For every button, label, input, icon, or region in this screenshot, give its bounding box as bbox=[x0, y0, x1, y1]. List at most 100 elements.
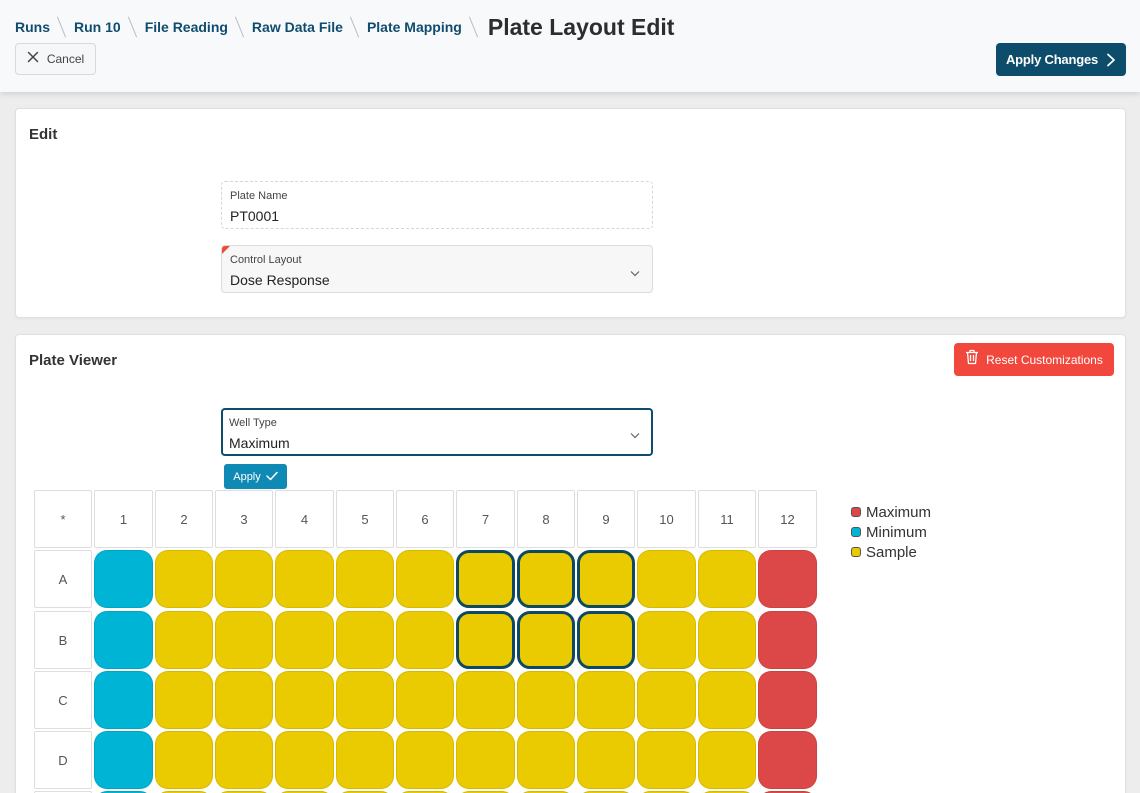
breadcrumb-separator bbox=[121, 15, 145, 39]
plate-well[interactable] bbox=[577, 550, 635, 608]
breadcrumb-raw-data-file[interactable]: Raw Data File bbox=[252, 19, 343, 35]
plate-well[interactable] bbox=[577, 671, 635, 729]
row-header[interactable]: B bbox=[34, 611, 92, 669]
plate-well[interactable] bbox=[758, 550, 817, 608]
well-type-value: Maximum bbox=[229, 435, 290, 451]
breadcrumb-plate-mapping[interactable]: Plate Mapping bbox=[367, 19, 462, 35]
legend-label: Sample bbox=[866, 543, 917, 561]
plate-well[interactable] bbox=[637, 550, 696, 608]
control-layout-value: Dose Response bbox=[230, 272, 330, 288]
column-header[interactable]: 5 bbox=[336, 490, 394, 548]
plate-well[interactable] bbox=[275, 550, 334, 608]
well-type-select[interactable]: Well Type Maximum bbox=[221, 408, 653, 456]
plate-well[interactable] bbox=[517, 671, 575, 729]
plate-well[interactable] bbox=[94, 731, 153, 789]
column-header[interactable]: 8 bbox=[517, 490, 575, 548]
column-header[interactable]: 2 bbox=[155, 490, 213, 548]
page-title: Plate Layout Edit bbox=[487, 13, 675, 40]
column-header[interactable]: 4 bbox=[275, 490, 334, 548]
row-header[interactable]: D bbox=[34, 731, 92, 789]
row-header[interactable]: C bbox=[34, 671, 92, 729]
plate-well[interactable] bbox=[456, 731, 515, 789]
breadcrumb-separator bbox=[343, 15, 367, 39]
plate-well[interactable] bbox=[215, 731, 273, 789]
plate-viewer-title: Plate Viewer bbox=[29, 352, 118, 369]
apply-label: Apply bbox=[233, 470, 261, 483]
plate-name-field[interactable]: Plate Name PT0001 bbox=[221, 181, 653, 229]
plate-well[interactable] bbox=[517, 611, 575, 669]
plate-well[interactable] bbox=[275, 731, 334, 789]
plate-well[interactable] bbox=[396, 731, 454, 789]
apply-well-type-button[interactable]: Apply bbox=[224, 464, 287, 489]
plate-well[interactable] bbox=[396, 550, 454, 608]
plate-well[interactable] bbox=[155, 731, 213, 789]
breadcrumb-file-reading[interactable]: File Reading bbox=[145, 19, 228, 35]
plate-well[interactable] bbox=[456, 611, 515, 669]
plate-well[interactable] bbox=[336, 671, 394, 729]
column-header[interactable]: 6 bbox=[396, 490, 454, 548]
well-type-label: Well Type bbox=[229, 417, 277, 429]
reset-customizations-button[interactable]: Reset Customizations bbox=[954, 343, 1114, 376]
plate-well[interactable] bbox=[517, 550, 575, 608]
trash-icon bbox=[965, 349, 979, 370]
plate-well[interactable] bbox=[336, 731, 394, 789]
legend-item-sample: Sample bbox=[851, 542, 931, 562]
plate-well[interactable] bbox=[336, 611, 394, 669]
plate-name-value: PT0001 bbox=[230, 208, 280, 224]
plate-well[interactable] bbox=[637, 731, 696, 789]
breadcrumb-separator bbox=[228, 15, 252, 39]
breadcrumb-run-10[interactable]: Run 10 bbox=[74, 19, 121, 35]
column-header[interactable]: 1 bbox=[94, 490, 153, 548]
legend-swatch bbox=[851, 527, 861, 537]
column-header[interactable]: 10 bbox=[637, 490, 696, 548]
column-header[interactable]: 7 bbox=[456, 490, 515, 548]
plate-well[interactable] bbox=[336, 550, 394, 608]
plate-well[interactable] bbox=[215, 550, 273, 608]
control-layout-select[interactable]: Control Layout Dose Response bbox=[221, 245, 653, 293]
plate-well[interactable] bbox=[698, 550, 756, 608]
plate-well[interactable] bbox=[94, 611, 153, 669]
plate-well[interactable] bbox=[698, 611, 756, 669]
column-header[interactable]: 9 bbox=[577, 490, 635, 548]
plate-well[interactable] bbox=[637, 671, 696, 729]
plate-well[interactable] bbox=[275, 611, 334, 669]
apply-changes-button[interactable]: Apply Changes bbox=[996, 43, 1126, 76]
plate-well[interactable] bbox=[94, 671, 153, 729]
plate-well[interactable] bbox=[456, 671, 515, 729]
plate-well[interactable] bbox=[517, 731, 575, 789]
column-header[interactable]: 3 bbox=[215, 490, 273, 548]
plate-well[interactable] bbox=[456, 550, 515, 608]
plate-well[interactable] bbox=[758, 731, 817, 789]
modified-indicator bbox=[222, 246, 230, 254]
plate-well[interactable] bbox=[396, 671, 454, 729]
plate-well[interactable] bbox=[275, 671, 334, 729]
breadcrumb-runs[interactable]: Runs bbox=[15, 19, 50, 35]
legend-label: Maximum bbox=[866, 503, 932, 521]
legend-swatch bbox=[851, 547, 861, 557]
plate-well[interactable] bbox=[758, 611, 817, 669]
plate-well[interactable] bbox=[577, 611, 635, 669]
plate-well[interactable] bbox=[155, 611, 213, 669]
edit-card-title: Edit bbox=[29, 126, 58, 143]
column-header[interactable]: 12 bbox=[758, 490, 817, 548]
plate-well[interactable] bbox=[155, 671, 213, 729]
plate-well[interactable] bbox=[637, 611, 696, 669]
plate-well[interactable] bbox=[215, 671, 273, 729]
close-icon bbox=[27, 51, 39, 67]
cancel-button[interactable]: Cancel bbox=[15, 43, 96, 75]
breadcrumb: Runs Run 10 File Reading Raw Data File P… bbox=[15, 12, 674, 42]
plate-well[interactable] bbox=[94, 550, 153, 608]
chevron-right-icon bbox=[1106, 53, 1116, 67]
plate-well[interactable] bbox=[215, 611, 273, 669]
legend-label: Minimum bbox=[866, 523, 927, 541]
check-icon bbox=[266, 468, 278, 486]
row-header[interactable]: A bbox=[34, 550, 92, 608]
plate-well[interactable] bbox=[396, 611, 454, 669]
plate-well[interactable] bbox=[758, 671, 817, 729]
column-header[interactable]: 11 bbox=[698, 490, 756, 548]
plate-well[interactable] bbox=[698, 671, 756, 729]
plate-well[interactable] bbox=[155, 550, 213, 608]
plate-well[interactable] bbox=[698, 731, 756, 789]
control-layout-label: Control Layout bbox=[230, 254, 302, 266]
plate-well[interactable] bbox=[577, 731, 635, 789]
